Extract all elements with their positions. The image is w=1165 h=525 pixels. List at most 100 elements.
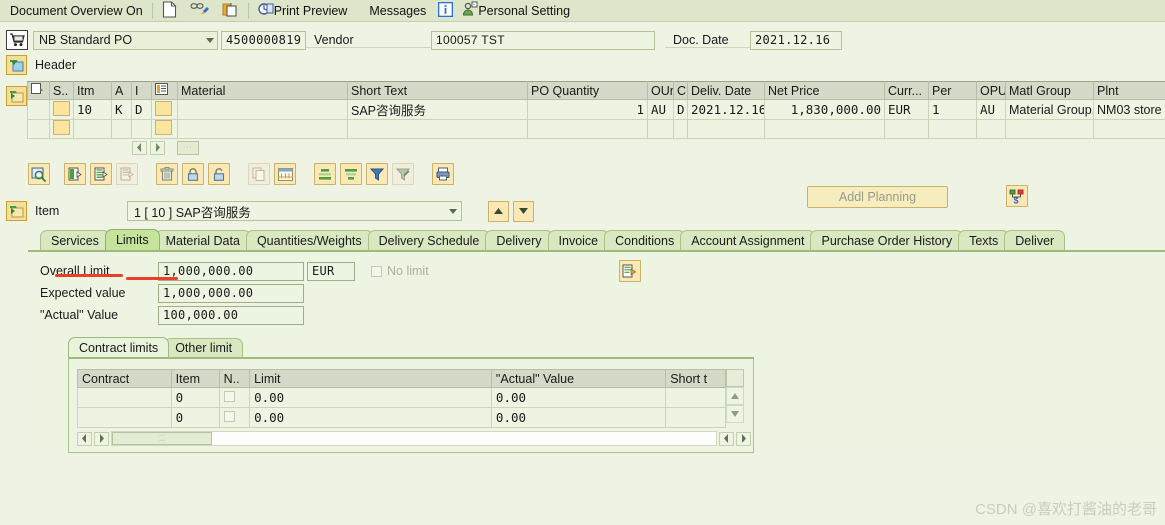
col-i[interactable]: I bbox=[131, 81, 152, 100]
scroll-left-button-2[interactable] bbox=[719, 431, 734, 446]
cell-c[interactable]: D bbox=[673, 99, 688, 120]
addl-planning-button[interactable]: Addl Planning bbox=[807, 186, 948, 208]
cell-actual-value[interactable]: 0.00 bbox=[490, 407, 667, 428]
cell-oun[interactable]: AU bbox=[647, 99, 674, 120]
cell-limit[interactable]: 0.00 bbox=[249, 387, 492, 408]
insert-row-icon[interactable] bbox=[64, 163, 86, 185]
cell-n[interactable] bbox=[218, 407, 251, 428]
col-n[interactable]: N.. bbox=[218, 369, 251, 388]
scroll-down-button[interactable] bbox=[726, 405, 745, 423]
document-icon[interactable] bbox=[162, 0, 177, 21]
table-row[interactable]: 0 0.00 0.00 bbox=[77, 407, 727, 428]
cell-oun[interactable] bbox=[647, 119, 674, 139]
cell-matl-group[interactable] bbox=[1005, 119, 1094, 139]
scroll-thumb[interactable]: ··· ··· bbox=[112, 432, 212, 445]
col-material[interactable]: Material bbox=[177, 81, 348, 100]
expand-folder-icon[interactable] bbox=[6, 201, 27, 221]
unlock-icon[interactable] bbox=[208, 163, 230, 185]
cell-short-text[interactable] bbox=[665, 387, 727, 408]
cell-deliv-date[interactable]: 2021.12.16 bbox=[687, 99, 765, 120]
tab-delivery-schedule[interactable]: Delivery Schedule bbox=[367, 230, 491, 250]
cell-c[interactable] bbox=[673, 119, 688, 139]
tab-deliver[interactable]: Deliver bbox=[1004, 230, 1066, 250]
n-checkbox[interactable] bbox=[223, 411, 235, 422]
cell-a[interactable] bbox=[111, 119, 132, 139]
inner-tab-other-limit[interactable]: Other limit bbox=[164, 338, 244, 357]
col-matl-group[interactable]: Matl Group bbox=[1005, 81, 1094, 100]
cell-i[interactable] bbox=[131, 119, 152, 139]
po-type-select[interactable]: NB Standard PO bbox=[33, 30, 218, 50]
cell-opu[interactable] bbox=[976, 119, 1006, 139]
tab-purchase-order-history[interactable]: Purchase Order History bbox=[810, 230, 964, 250]
table-row[interactable] bbox=[27, 119, 1165, 139]
document-overview-button[interactable]: Document Overview On bbox=[10, 4, 143, 18]
cell-a[interactable]: K bbox=[111, 99, 132, 120]
col-select-all[interactable] bbox=[27, 81, 50, 100]
cell-short-text[interactable]: SAP咨询服务 bbox=[347, 99, 528, 120]
n-checkbox[interactable] bbox=[223, 391, 235, 402]
col-limit[interactable]: Limit bbox=[249, 369, 492, 388]
col-actual-value[interactable]: "Actual" Value bbox=[490, 369, 667, 388]
cell-material[interactable] bbox=[177, 99, 348, 120]
structure-value-icon[interactable]: $ bbox=[1006, 185, 1028, 207]
detail-list-icon[interactable] bbox=[618, 260, 641, 282]
cell-status[interactable] bbox=[49, 119, 74, 139]
expand-folder-icon[interactable] bbox=[6, 86, 27, 106]
cell-contract[interactable] bbox=[77, 387, 172, 408]
overall-limit-input[interactable]: 1,000,000.00 bbox=[158, 261, 304, 281]
scroll-track[interactable]: ··· ··· bbox=[111, 431, 717, 446]
scroll-left-button[interactable] bbox=[77, 431, 92, 446]
status-box[interactable] bbox=[53, 100, 70, 116]
inner-tab-contract-limits[interactable]: Contract limits bbox=[68, 337, 170, 357]
col-short-text[interactable]: Short Text bbox=[347, 81, 528, 100]
tab-account-assignment[interactable]: Account Assignment bbox=[680, 230, 816, 250]
cell-contract[interactable] bbox=[77, 407, 172, 428]
tab-services[interactable]: Services bbox=[40, 230, 110, 250]
duplicate-row-icon[interactable] bbox=[90, 163, 112, 185]
cell-matl-group[interactable]: Material Group.. bbox=[1005, 99, 1094, 120]
hold-icon[interactable] bbox=[222, 1, 239, 21]
scroll-right-button[interactable] bbox=[94, 431, 109, 446]
arrow-up-icon[interactable] bbox=[488, 200, 509, 222]
filter-icon[interactable] bbox=[366, 163, 388, 185]
po-number-field[interactable]: 4500000819 bbox=[221, 30, 306, 50]
col-itm[interactable]: Itm bbox=[73, 81, 112, 100]
col-contract[interactable]: Contract bbox=[77, 369, 172, 388]
arrow-down-icon[interactable] bbox=[513, 200, 534, 222]
grid-horizontal-scrollbar[interactable]: ··· bbox=[27, 139, 1165, 156]
cell-actual-value[interactable]: 0.00 bbox=[490, 387, 667, 408]
col-status[interactable]: S.. bbox=[49, 81, 74, 100]
scroll-left-button[interactable] bbox=[132, 140, 147, 155]
print-preview-button[interactable]: Print Preview bbox=[274, 4, 348, 18]
cell-i[interactable]: D bbox=[131, 99, 152, 120]
lock-icon[interactable] bbox=[182, 163, 204, 185]
cell-status[interactable] bbox=[49, 99, 74, 120]
cell-short-text[interactable] bbox=[665, 407, 727, 428]
col-a[interactable]: A bbox=[111, 81, 132, 100]
tab-texts[interactable]: Texts bbox=[958, 230, 1010, 250]
cell-curr[interactable] bbox=[884, 119, 929, 139]
cell-n[interactable] bbox=[218, 387, 251, 408]
cell-plnt[interactable] bbox=[1093, 119, 1165, 139]
col-plnt[interactable]: Plnt bbox=[1093, 81, 1165, 100]
no-limit-checkbox[interactable] bbox=[371, 265, 382, 277]
table-icon[interactable] bbox=[274, 163, 296, 185]
contract-table-vertical-scrollbar[interactable] bbox=[726, 369, 745, 423]
cell-po-quantity[interactable]: 1 bbox=[527, 99, 648, 120]
currency-input[interactable]: EUR bbox=[307, 261, 355, 281]
cell-net-price[interactable]: 1,830,000.00 bbox=[764, 99, 885, 120]
table-row[interactable]: 0 0.00 0.00 bbox=[77, 387, 727, 408]
print-icon[interactable] bbox=[432, 163, 454, 185]
no-limit-checkbox-wrap[interactable]: No limit bbox=[371, 264, 429, 278]
col-item[interactable]: Item bbox=[170, 369, 220, 388]
contract-table-horizontal-scrollbar[interactable]: ··· ··· bbox=[77, 431, 751, 446]
tab-quantities-weights[interactable]: Quantities/Weights bbox=[245, 230, 373, 250]
scroll-right-button-2[interactable] bbox=[736, 431, 751, 446]
col-po-quantity[interactable]: PO Quantity bbox=[527, 81, 648, 100]
col-per[interactable]: Per bbox=[928, 81, 977, 100]
cell-item[interactable]: 0 bbox=[170, 387, 220, 408]
display-change-icon[interactable] bbox=[190, 1, 209, 21]
personal-setting-button[interactable]: Personal Setting bbox=[478, 4, 570, 18]
tab-limits[interactable]: Limits bbox=[104, 229, 160, 250]
print-preview-icon[interactable] bbox=[257, 1, 274, 20]
